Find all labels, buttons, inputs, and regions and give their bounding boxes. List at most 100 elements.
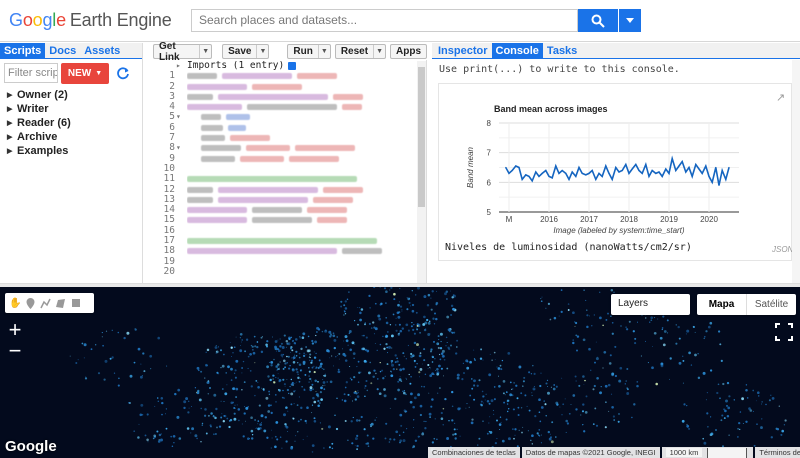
code-line[interactable]: 6 — [149, 122, 417, 133]
filter-scripts-input[interactable]: Filter scripts — [4, 63, 58, 83]
caret-right-icon[interactable]: ▸ — [176, 61, 182, 71]
code-line[interactable]: 19 — [149, 256, 417, 267]
city-light — [533, 372, 536, 375]
city-light — [422, 323, 426, 326]
tab-assets[interactable]: Assets — [80, 43, 124, 58]
tree-item-owner[interactable]: ▶ Owner (2) — [7, 88, 71, 102]
city-light — [133, 430, 136, 433]
code-line[interactable]: 1 — [149, 70, 417, 81]
city-light — [399, 368, 403, 372]
city-light — [515, 384, 518, 387]
city-light — [610, 315, 612, 317]
polygon-icon[interactable] — [55, 298, 66, 309]
fold-toggle-icon[interactable]: ▾ — [176, 143, 182, 153]
tree-item-examples[interactable]: ▶ Examples — [7, 144, 71, 158]
zoom-out-button[interactable]: − — [4, 340, 26, 362]
code-line[interactable]: 8 ▾ — [149, 143, 417, 153]
city-light — [728, 395, 731, 398]
city-light — [410, 355, 413, 358]
tab-scripts[interactable]: Scripts — [0, 43, 46, 58]
reset-button[interactable]: Reset ▼ — [334, 44, 386, 59]
tab-inspector[interactable]: Inspector — [434, 43, 492, 58]
city-light — [285, 440, 288, 443]
city-light — [395, 329, 398, 332]
json-link[interactable]: JSON — [772, 245, 793, 254]
chevron-down-icon[interactable]: ▼ — [317, 45, 328, 58]
polyline-icon[interactable] — [40, 298, 51, 309]
code-line[interactable]: 12 — [149, 184, 417, 195]
marker-icon[interactable] — [25, 297, 36, 309]
code-line[interactable]: 17 — [149, 235, 417, 246]
code-line[interactable]: 5 ▾ — [149, 112, 417, 122]
tree-item-label: Archive — [17, 131, 58, 143]
code-line[interactable]: 3 — [149, 91, 417, 102]
imports-line[interactable]: ▸ Imports (1 entry) — [149, 61, 417, 71]
apps-button[interactable]: Apps — [390, 44, 427, 59]
code-line[interactable]: 16 — [149, 225, 417, 236]
scrollbar-thumb[interactable] — [418, 67, 425, 207]
popout-icon[interactable]: ↗ — [776, 91, 785, 104]
city-light — [254, 362, 256, 364]
city-light — [506, 399, 510, 402]
rectangle-icon[interactable] — [70, 298, 81, 309]
tab-console[interactable]: Console — [491, 43, 543, 58]
search-options-button[interactable] — [619, 9, 641, 32]
tab-docs[interactable]: Docs — [45, 43, 80, 58]
city-light — [356, 444, 359, 448]
code-area[interactable]: ▸ Imports (1 entry) 1 2 3 4 5 ▾ 6 7 8 ▾ 9 10 11 12 13 14 1… — [149, 61, 417, 283]
code-line[interactable]: 10 — [149, 163, 417, 174]
layers-button[interactable]: Layers — [611, 294, 690, 315]
city-light — [274, 435, 277, 438]
city-light — [640, 355, 642, 357]
editor-scrollbar[interactable] — [417, 61, 426, 283]
city-light — [589, 369, 592, 372]
city-light — [191, 427, 195, 431]
city-light — [259, 423, 263, 426]
code-line[interactable]: 4 — [149, 101, 417, 112]
city-light — [97, 372, 101, 375]
chevron-down-icon[interactable]: ▼ — [256, 45, 266, 58]
new-button[interactable]: NEW ▼ — [61, 63, 109, 84]
tree-item-writer[interactable]: ▶ Writer — [7, 102, 71, 116]
city-light — [373, 287, 376, 289]
city-light — [252, 351, 256, 355]
code-line[interactable]: 11 — [149, 173, 417, 184]
refresh-button[interactable] — [113, 63, 133, 83]
map-type-map-button[interactable]: Mapa — [697, 294, 747, 315]
city-light — [283, 397, 285, 399]
tree-item-archive[interactable]: ▶ Archive — [7, 130, 71, 144]
save-label: Save — [228, 46, 252, 57]
search-input[interactable]: Search places and datasets... — [191, 9, 578, 32]
code-line[interactable]: 14 — [149, 204, 417, 215]
map-view[interactable]: ✋ Layers Mapa Satélite + − Google Combin… — [0, 287, 800, 458]
chevron-down-icon[interactable]: ▼ — [199, 45, 209, 58]
get-link-button[interactable]: Get Link ▼ — [153, 41, 213, 63]
console-scrollbar[interactable] — [792, 60, 800, 283]
hand-icon[interactable]: ✋ — [9, 298, 21, 309]
code-line[interactable]: 20 — [149, 266, 417, 277]
data-point — [571, 171, 573, 173]
save-button[interactable]: Save ▼ — [222, 44, 270, 59]
imports-table-icon[interactable] — [288, 61, 297, 70]
terms-link[interactable]: Términos de uso — [755, 447, 800, 458]
data-point — [655, 172, 657, 174]
tree-item-reader[interactable]: ▶ Reader (6) — [7, 116, 71, 130]
fold-toggle-icon[interactable]: ▾ — [176, 112, 182, 122]
code-line[interactable]: 9 — [149, 153, 417, 164]
earth-engine-logo[interactable]: Google Earth Engine — [9, 10, 172, 31]
code-line[interactable]: 2 — [149, 81, 417, 92]
city-light — [205, 351, 207, 353]
scale-indicator[interactable]: 1000 km — [661, 447, 754, 458]
keyboard-shortcuts-link[interactable]: Combinaciones de teclas — [428, 447, 520, 458]
search-button[interactable] — [578, 9, 618, 32]
map-type-satellite-button[interactable]: Satélite — [747, 294, 796, 315]
code-line[interactable]: 7 — [149, 132, 417, 143]
data-point — [531, 180, 533, 182]
code-line[interactable]: 13 — [149, 194, 417, 205]
code-line[interactable]: 18 — [149, 246, 417, 256]
tab-tasks[interactable]: Tasks — [543, 43, 581, 58]
fullscreen-icon[interactable] — [774, 322, 794, 342]
chevron-down-icon[interactable]: ▼ — [373, 45, 383, 58]
run-button[interactable]: Run ▼ — [287, 44, 331, 59]
code-line[interactable]: 15 — [149, 215, 417, 225]
